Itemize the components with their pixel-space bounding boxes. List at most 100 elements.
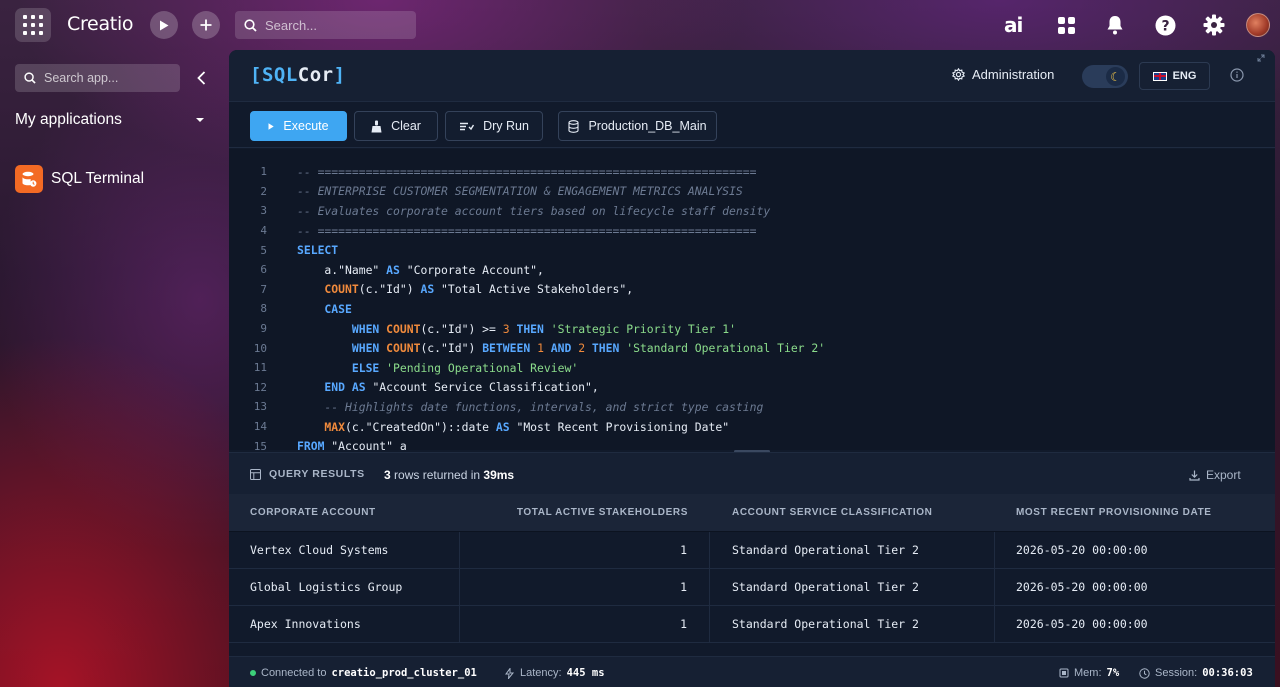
pulse-icon bbox=[505, 667, 515, 679]
dry-run-icon bbox=[460, 122, 475, 130]
collapse-sidebar-button[interactable] bbox=[193, 68, 209, 88]
session-status: Session: 00:36:03 bbox=[1139, 667, 1253, 679]
sql-terminal-panel: [SQLCor] Administration ☾ ENG Execute Cl… bbox=[229, 50, 1275, 687]
execute-button[interactable]: Execute bbox=[250, 111, 347, 141]
settings-icon bbox=[952, 68, 965, 81]
app-search[interactable] bbox=[15, 64, 180, 92]
database-icon bbox=[568, 119, 579, 133]
code-line: 5 SELECT bbox=[260, 243, 339, 258]
column-header[interactable]: ACCOUNT SERVICE CLASSIFICATION bbox=[710, 507, 995, 518]
code-line: 10 WHEN COUNT(c."Id") BETWEEN 1 AND 2 TH… bbox=[253, 341, 826, 356]
table-cell: 1 bbox=[460, 606, 710, 642]
table-cell: 1 bbox=[460, 532, 710, 568]
table-cell: 1 bbox=[460, 569, 710, 605]
svg-text:?: ? bbox=[1161, 18, 1169, 34]
my-applications-label: My applications bbox=[15, 111, 122, 128]
global-search[interactable] bbox=[235, 11, 416, 39]
language-selector[interactable]: ENG bbox=[1139, 62, 1210, 90]
play-icon bbox=[268, 122, 275, 130]
sidebar-item-label: SQL Terminal bbox=[51, 170, 145, 187]
connection-status: Connected to creatio_prod_cluster_01 bbox=[250, 667, 477, 679]
code-line: 12 END AS "Account Service Classificatio… bbox=[253, 380, 599, 395]
app-search-input[interactable] bbox=[44, 71, 174, 85]
chevron-down-icon bbox=[196, 118, 204, 122]
code-line: 8 CASE bbox=[260, 301, 352, 316]
code-line: 11 ELSE 'Pending Operational Review' bbox=[253, 360, 579, 375]
memory-icon bbox=[1059, 668, 1069, 678]
table-row[interactable]: Global Logistics Group 1 Standard Operat… bbox=[229, 569, 1275, 606]
info-icon[interactable] bbox=[1230, 68, 1244, 87]
bell-icon[interactable] bbox=[1105, 13, 1125, 37]
moon-icon: ☾ bbox=[1106, 67, 1125, 86]
table-cell: Standard Operational Tier 2 bbox=[710, 569, 995, 605]
code-line: 1 -- ====================================… bbox=[260, 164, 757, 179]
results-header: QUERY RESULTS 3 rows returned in 39ms Ex… bbox=[229, 452, 1275, 494]
creatio-logo: Creatio bbox=[67, 13, 134, 35]
uk-flag-icon bbox=[1152, 71, 1167, 81]
table-cell: Standard Operational Tier 2 bbox=[710, 606, 995, 642]
code-line: 2 -- ENTERPRISE CUSTOMER SEGMENTATION & E… bbox=[260, 184, 743, 199]
dry-run-button[interactable]: Dry Run bbox=[445, 111, 543, 141]
results-table: CORPORATE ACCOUNT TOTAL ACTIVE STAKEHOLD… bbox=[229, 494, 1275, 643]
table-cell: 2026-05-20 00:00:00 bbox=[1016, 617, 1148, 631]
status-bar: Connected to creatio_prod_cluster_01 Lat… bbox=[229, 656, 1275, 687]
table-icon bbox=[250, 468, 261, 480]
my-applications-header[interactable]: My applications bbox=[15, 110, 210, 130]
execute-label: Execute bbox=[283, 119, 329, 133]
column-header[interactable]: CORPORATE ACCOUNT bbox=[229, 507, 460, 518]
dry-run-label: Dry Run bbox=[483, 119, 529, 133]
database-app-icon bbox=[15, 165, 43, 193]
panel-header: [SQLCor] Administration ☾ ENG bbox=[229, 50, 1275, 102]
database-label: Production_DB_Main bbox=[588, 119, 707, 133]
run-process-button[interactable] bbox=[150, 11, 178, 39]
administration-label: Administration bbox=[972, 67, 1055, 82]
table-row[interactable]: Apex Innovations 1 Standard Operational … bbox=[229, 606, 1275, 643]
memory-status: Mem: 7% bbox=[1059, 667, 1119, 679]
expand-icon[interactable] bbox=[1257, 54, 1265, 64]
code-line: 14 MAX(c."CreatedOn")::date AS "Most Rec… bbox=[253, 419, 730, 434]
broom-icon bbox=[371, 120, 382, 132]
column-header[interactable]: TOTAL ACTIVE STAKEHOLDERS bbox=[460, 507, 710, 518]
search-icon bbox=[244, 18, 257, 32]
table-header: CORPORATE ACCOUNT TOTAL ACTIVE STAKEHOLD… bbox=[229, 494, 1275, 532]
code-line: 6 a."Name" AS "Corporate Account", bbox=[260, 262, 544, 277]
code-line: 7 COUNT(c."Id") AS "Total Active Stakeho… bbox=[260, 282, 634, 297]
clear-label: Clear bbox=[391, 119, 421, 133]
plus-icon bbox=[200, 19, 212, 31]
rows-returned-summary: 3 rows returned in 39ms bbox=[384, 468, 515, 482]
query-toolbar: Execute Clear Dry Run Production_DB_Main bbox=[229, 102, 1275, 148]
download-icon bbox=[1189, 470, 1200, 481]
top-bar: Creatio ai ? bbox=[0, 0, 1280, 50]
search-icon bbox=[24, 72, 36, 84]
sqlcor-brand: [SQLCor] bbox=[250, 64, 346, 86]
query-results-title: QUERY RESULTS bbox=[250, 468, 365, 480]
language-label: ENG bbox=[1172, 70, 1197, 82]
table-cell: Vertex Cloud Systems bbox=[229, 532, 460, 568]
clear-button[interactable]: Clear bbox=[354, 111, 438, 141]
column-header[interactable]: MOST RECENT PROVISIONING DATE bbox=[995, 507, 1275, 518]
global-search-input[interactable] bbox=[265, 17, 405, 33]
clock-icon bbox=[1139, 667, 1150, 679]
gear-icon[interactable] bbox=[1203, 13, 1225, 37]
database-selector[interactable]: Production_DB_Main bbox=[558, 111, 717, 141]
add-new-button[interactable] bbox=[192, 11, 220, 39]
user-avatar[interactable] bbox=[1246, 13, 1270, 37]
table-cell: Standard Operational Tier 2 bbox=[710, 532, 995, 568]
sql-code-editor[interactable]: 1 -- ====================================… bbox=[229, 149, 1275, 450]
ai-assistant-icon[interactable]: ai bbox=[1004, 13, 1023, 37]
apps-icon[interactable] bbox=[1057, 13, 1075, 37]
export-button[interactable]: Export bbox=[1189, 468, 1241, 482]
table-row[interactable]: Vertex Cloud Systems 1 Standard Operatio… bbox=[229, 532, 1275, 569]
table-cell: Global Logistics Group bbox=[229, 569, 460, 605]
table-cell: Apex Innovations bbox=[229, 606, 460, 642]
code-line: 9 WHEN COUNT(c."Id") >= 3 THEN 'Strategi… bbox=[260, 321, 736, 336]
dark-mode-toggle[interactable]: ☾ bbox=[1082, 65, 1128, 88]
code-line: 4 -- ====================================… bbox=[260, 223, 757, 238]
help-icon[interactable]: ? bbox=[1154, 13, 1176, 37]
table-cell: 2026-05-20 00:00:00 bbox=[1016, 580, 1148, 594]
administration-link[interactable]: Administration bbox=[952, 67, 1054, 82]
app-launcher-grid-icon[interactable] bbox=[15, 8, 51, 42]
play-icon bbox=[160, 20, 169, 30]
sidebar-item-sql-terminal[interactable]: SQL Terminal bbox=[15, 165, 215, 193]
online-status-dot-icon bbox=[250, 670, 256, 676]
